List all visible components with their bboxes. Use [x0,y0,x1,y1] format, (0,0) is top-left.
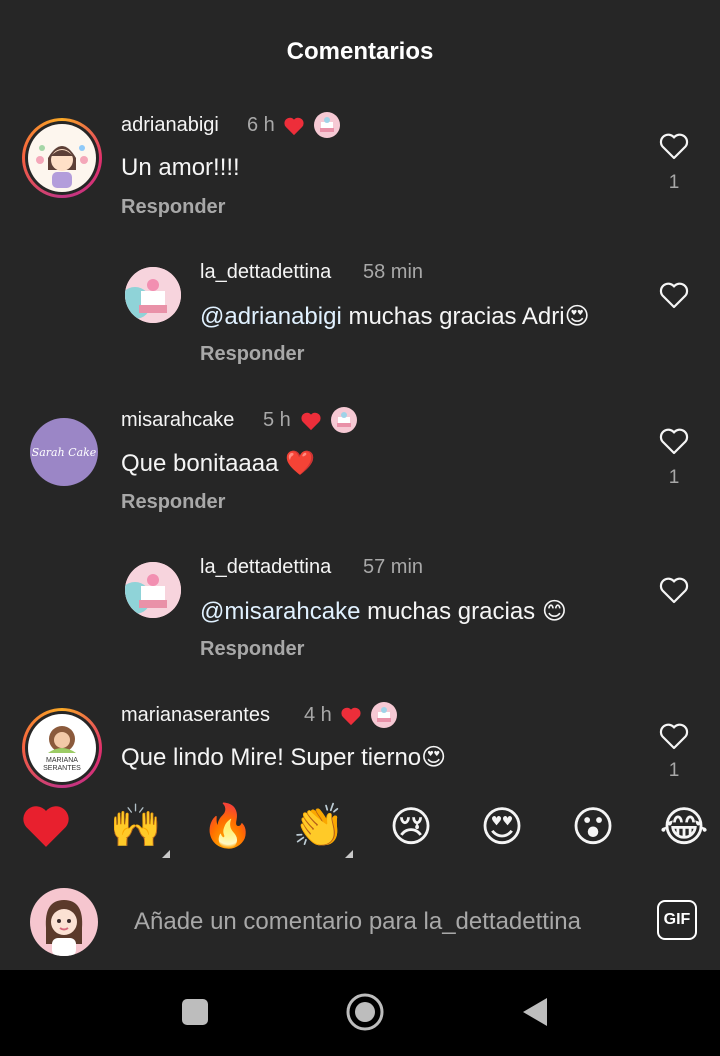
user-illustration-icon [45,900,83,956]
reply-button[interactable]: Responder [200,638,304,661]
like-heart-icon[interactable] [658,574,690,606]
gif-button[interactable]: GIF [657,900,697,940]
like-count: 1 [668,467,680,488]
comments-header: Comentarios [0,0,720,108]
comment-item: Sarah Cake misarahcake 5 h Que bonitaaaa… [0,403,720,533]
heart-eyes-emoji: 😍 [564,303,590,330]
home-icon[interactable] [345,992,385,1032]
comment-username[interactable]: la_dettadettina [200,556,331,579]
avatar[interactable]: Sarah Cake [30,418,98,486]
comment-username[interactable]: la_dettadettina [200,261,331,284]
creator-avatar-badge [314,112,340,138]
avatar-brand-text: Sarah Cake [31,445,97,459]
emoji-red-heart[interactable] [18,798,74,854]
comment-text: @adrianabigi muchas gracias Adri😍 [200,303,590,330]
comment-text: Un amor!!!! [121,154,240,181]
creator-avatar-badge [331,407,357,433]
comment-item: adrianabigi 6 h Un amor!!!! Responder 1 [0,108,720,238]
heart-eyes-emoji: 😍 [421,744,447,771]
like-count: 1 [668,172,680,193]
avatar-illustration-icon [36,145,88,188]
red-heart-emoji: ❤️ [285,450,316,477]
reply-item: la_dettadettina 58 min @adrianabigi much… [0,255,720,385]
page-title: Comentarios [286,38,434,65]
cake-avatar-icon [125,562,181,618]
comment-text: @misarahcake muchas gracias 😊 [200,598,567,625]
creator-avatar-badge [371,702,397,728]
comment-time: 57 min [363,556,424,578]
avatar-illustration-icon [48,726,76,753]
comment-input[interactable]: Añade un comentario para la_dettadettina [134,908,581,936]
emoji-fire[interactable]: 🔥 [200,798,256,854]
comment-text: Que bonitaaaa ❤️ [121,450,316,477]
comment-time: 5 h [263,409,291,431]
smiling-emoji: 😊 [541,598,567,625]
avatar-brand-text: MARIANA [46,757,78,764]
like-heart-icon[interactable] [658,425,690,457]
like-heart-icon[interactable] [658,720,690,752]
skin-tone-indicator-icon [162,850,170,858]
comment-time: 58 min [363,261,424,283]
emoji-heart-eyes[interactable]: 😍 [474,798,530,854]
reply-item: la_dettadettina 57 min @misarahcake much… [0,550,720,680]
emoji-crying-face[interactable]: 😢 [383,798,439,854]
comment-text: Que lindo Mire! Super tierno😍 [121,744,447,771]
avatar[interactable]: MARIANA SERANTES [28,714,96,782]
recent-apps-icon[interactable] [181,998,209,1026]
skin-tone-indicator-icon [345,850,353,858]
system-navigation-bar [0,970,720,1056]
creator-liked-heart-icon [341,707,361,726]
comment-time: 4 h [304,704,332,726]
like-count: 1 [668,760,680,781]
reply-button[interactable]: Responder [121,491,225,514]
emoji-raising-hands[interactable]: 🙌 [108,798,164,854]
emoji-tears-of-joy[interactable]: 😂 [656,798,712,854]
emoji-clapping-hands[interactable]: 👏 [291,798,347,854]
comment-username[interactable]: misarahcake [121,409,234,432]
comment-item: MARIANA SERANTES marianaserantes 4 h Que… [0,698,720,790]
comment-time: 6 h [247,114,275,136]
creator-liked-heart-icon [284,117,304,136]
creator-liked-heart-icon [301,412,321,431]
back-icon[interactable] [521,996,549,1028]
comment-username[interactable]: marianaserantes [121,704,270,727]
comment-username[interactable]: adrianabigi [121,114,219,137]
avatar[interactable] [28,124,96,192]
like-heart-icon[interactable] [658,279,690,311]
like-heart-icon[interactable] [658,130,690,162]
avatar-brand-text: SERANTES [43,765,81,772]
current-user-avatar [30,888,98,956]
avatar[interactable] [125,562,181,618]
quick-emoji-bar: 🙌 🔥 👏 😢 😍 😮 😂 [0,790,720,870]
emoji-surprised-face[interactable]: 😮 [565,798,621,854]
cake-avatar-icon [125,267,181,323]
reply-button[interactable]: Responder [200,343,304,366]
reply-button[interactable]: Responder [121,196,225,219]
mention-link[interactable]: @adrianabigi [200,303,342,330]
mention-link[interactable]: @misarahcake [200,598,360,625]
comment-input-bar: Añade un comentario para la_dettadettina… [0,870,720,970]
avatar[interactable] [125,267,181,323]
